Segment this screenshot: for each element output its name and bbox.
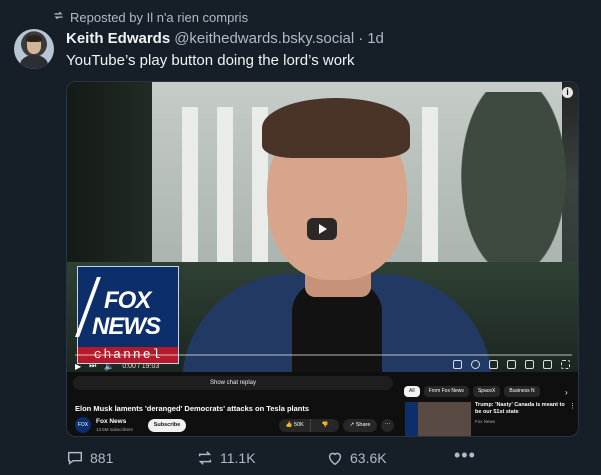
post-header: Keith Edwards @keithedwards.bsky.social … [66,30,384,47]
chip-business[interactable]: Business N [504,386,540,397]
subscriber-count: 13.5M subscribers [96,427,133,432]
captions-icon[interactable] [453,360,462,369]
show-chat-replay-button[interactable]: Show chat replay [73,376,393,390]
miniplayer-icon[interactable] [489,360,498,369]
post-text: YouTube’s play button doing the lord’s w… [66,52,355,69]
chip-spacex[interactable]: SpaceX [472,386,501,397]
progress-bar[interactable] [75,354,572,356]
channel-logo[interactable]: FOX NEWS [75,417,91,433]
separator: · [358,30,364,47]
fullscreen-icon[interactable] [561,360,570,369]
avatar[interactable] [14,29,54,69]
info-icon[interactable]: i [562,87,573,98]
fox-logo-line2: NEWS [92,313,161,340]
related-more-icon[interactable]: ⋮ [569,402,576,410]
post-time[interactable]: 1d [367,30,384,47]
next-icon[interactable]: ⏭ [89,361,96,371]
related-video-channel: Fox News [475,419,496,424]
more-options-button[interactable]: ••• [454,445,476,466]
fox-logo-line1: FOX [104,287,151,314]
related-video-thumbnail[interactable] [405,402,471,436]
reply-count: 881 [90,450,114,466]
repost-icon [52,9,65,25]
like-post-button[interactable]: 63.6K [326,449,387,467]
like-count: 63.6K [350,450,387,466]
play-control-icon[interactable]: ▶ [75,362,81,371]
settings-icon[interactable] [471,360,480,369]
pip-icon[interactable] [507,360,516,369]
more-button[interactable]: ··· [381,419,394,432]
chip-from-fox-news[interactable]: From Fox News [423,386,469,397]
repost-button[interactable]: 11.1K [196,449,256,467]
volume-icon[interactable]: 🔈 [104,362,114,371]
cast-icon[interactable] [543,360,552,369]
video-player[interactable]: i FOX NEWS channel ▶ ⏭ 🔈 0:00 / 19:03 [67,82,578,372]
fox-news-logo: FOX NEWS channel [75,266,179,364]
like-dislike-group: 👍 50K 👎 [279,419,339,432]
chevron-right-icon[interactable]: › [565,388,568,397]
player-controls-left: ▶ ⏭ 🔈 0:00 / 19:03 [75,361,159,371]
repost-icon [198,451,212,465]
time-readout: 0:00 / 19:03 [122,362,160,370]
dislike-button[interactable]: 👎 [311,419,339,432]
video-info-panel: Show chat replay Elon Musk laments 'dera… [67,372,578,436]
reply-icon [67,451,83,465]
author-name[interactable]: Keith Edwards [66,30,170,47]
filter-chips: All From Fox News SpaceX Business N [404,386,540,397]
play-button[interactable] [307,218,337,240]
channel-name[interactable]: Fox News [96,418,126,425]
repost-text: Reposted by Il n'a rien compris [70,9,249,25]
repost-count: 11.1K [220,450,256,466]
author-handle[interactable]: @keithedwards.bsky.social [174,30,354,47]
share-button[interactable]: ↗ Share [343,419,377,432]
reply-button[interactable]: 881 [66,449,113,467]
youtube-embed[interactable]: i FOX NEWS channel ▶ ⏭ 🔈 0:00 / 19:03 Sh… [66,81,579,437]
like-button[interactable]: 👍 50K [279,419,312,432]
player-controls-right [453,360,570,369]
chip-all[interactable]: All [404,386,420,397]
repost-indicator[interactable]: Reposted by Il n'a rien compris [52,9,248,25]
video-title[interactable]: Elon Musk laments 'deranged' Democrats' … [75,404,309,413]
subscribe-button[interactable]: Subscribe [148,419,186,432]
heart-icon [328,452,342,466]
related-video-title[interactable]: Trump: 'Nasty' Canada is meant to be our… [475,402,565,416]
theater-icon[interactable] [525,360,534,369]
